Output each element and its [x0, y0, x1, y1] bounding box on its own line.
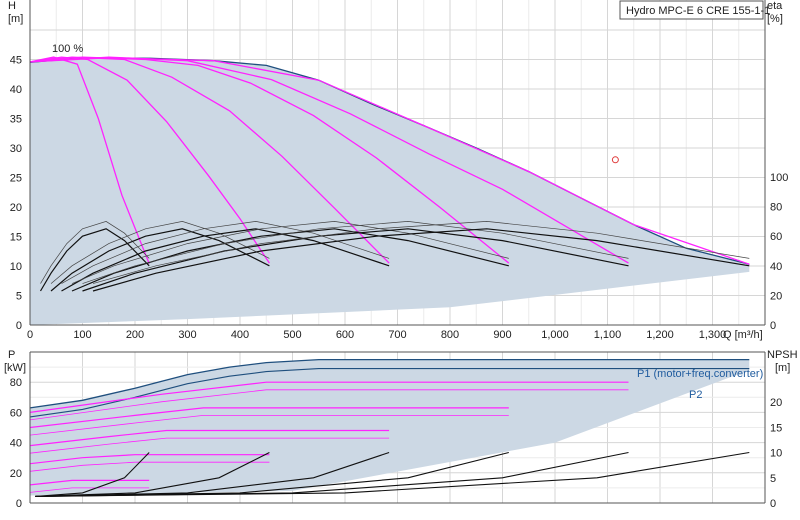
duty-point-marker [611, 156, 619, 164]
speed-annotation: 100 % [52, 43, 83, 55]
x-tick-label: 400 [231, 329, 249, 341]
x-tick-label: 900 [493, 329, 511, 341]
y-tick-label: 15 [10, 232, 22, 244]
pump-performance-chart: H [m] eta [%] Q [m³/h] 05101520253035404… [4, 0, 798, 510]
x-tick-label: 700 [388, 329, 406, 341]
x-tick-label: 200 [126, 329, 144, 341]
power-chart-panel: P [kW] NPSH [m] 0 20 40 60 80 0 5 10 15 20 P1 (mo… [4, 349, 798, 510]
y-tick-label: 5 [16, 291, 22, 303]
npsh-tick-label: 0 [770, 498, 776, 510]
x-tick-label: 100 [73, 329, 91, 341]
x-tick-label: 800 [441, 329, 459, 341]
power-tick-label: 0 [16, 498, 22, 510]
x-tick-label: 1,200 [646, 329, 674, 341]
power-axis-label: P [8, 349, 15, 361]
y2-tick-label: 60 [770, 231, 782, 243]
power-tick-label: 60 [10, 407, 22, 419]
power-tick-label: 80 [10, 377, 22, 389]
y-tick-label: 30 [10, 143, 22, 155]
y-tick-label: 25 [10, 173, 22, 185]
y2-tick-label: 40 [770, 261, 782, 273]
power-tick-label: 20 [10, 468, 22, 480]
y-tick-label: 0 [16, 320, 22, 332]
legend-p2: P2 [689, 389, 702, 401]
x-tick-label: 500 [283, 329, 301, 341]
head-operating-envelope [29, 57, 750, 325]
x-tick-label: 1,300 [699, 329, 727, 341]
power-axis-unit: [kW] [4, 362, 26, 374]
y-tick-label: 20 [10, 202, 22, 214]
y-tick-label: 40 [10, 84, 22, 96]
x-tick-label: 1,100 [594, 329, 622, 341]
head-chart-panel: H [m] eta [%] Q [m³/h] 05101520253035404… [8, 0, 788, 341]
y2-tick-label: 20 [770, 290, 782, 302]
y2-tick-label: 0 [770, 320, 776, 332]
y-tick-label: 45 [10, 55, 22, 67]
x-tick-label: 600 [336, 329, 354, 341]
head-axis-label: H [8, 0, 16, 12]
y2-tick-label: 100 [770, 172, 788, 184]
head-axis-unit: [m] [8, 13, 23, 25]
power-tick-label: 40 [10, 438, 22, 450]
npsh-tick-label: 10 [770, 448, 782, 460]
y2-tick-label: 80 [770, 202, 782, 214]
npsh-tick-label: 15 [770, 422, 782, 434]
legend-p1: P1 (motor+freq.converter) [637, 368, 763, 380]
x-tick-label: 1,000 [541, 329, 569, 341]
y-tick-label: 10 [10, 261, 22, 273]
flow-axis-label: Q [m³/h] [723, 329, 763, 341]
npsh-axis-unit: [m] [775, 362, 790, 374]
y-tick-label: 35 [10, 114, 22, 126]
chart-title: Hydro MPC-E 6 CRE 155-1-1 [626, 5, 770, 17]
x-tick-label: 300 [178, 329, 196, 341]
envelope-area [30, 57, 750, 325]
npsh-axis-label: NPSH [767, 349, 798, 361]
npsh-tick-label: 20 [770, 397, 782, 409]
npsh-tick-label: 5 [770, 473, 776, 485]
x-tick-label: 0 [27, 329, 33, 341]
